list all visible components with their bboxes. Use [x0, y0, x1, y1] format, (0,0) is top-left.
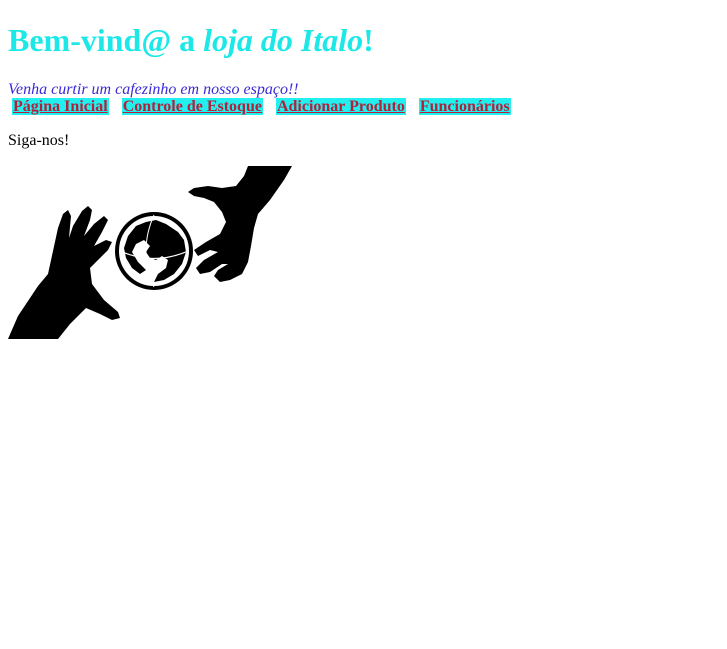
tagline: Venha curtir um cafezinho em nosso espaç…: [8, 81, 299, 98]
nav-link-add-product[interactable]: Adicionar Produto: [275, 98, 406, 115]
hands-holding-globe-icon[interactable]: [8, 166, 294, 339]
title-prefix: Bem-vind@ a: [8, 22, 204, 58]
left-hand-shape: [8, 206, 120, 339]
nav-link-employees[interactable]: Funcionários: [418, 98, 511, 115]
page-title: Bem-vind@ a loja do Italo!: [8, 22, 374, 59]
right-hand-shape: [188, 166, 292, 282]
follow-us-label: Siga-nos!: [8, 132, 70, 149]
nav-link-stock-control[interactable]: Controle de Estoque: [121, 98, 263, 115]
main-nav: Página Inicial Controle de Estoque Adici…: [8, 98, 511, 115]
nav-link-home[interactable]: Página Inicial: [12, 98, 109, 115]
title-store-name: loja do Italo: [203, 22, 364, 58]
title-suffix: !: [363, 22, 374, 58]
